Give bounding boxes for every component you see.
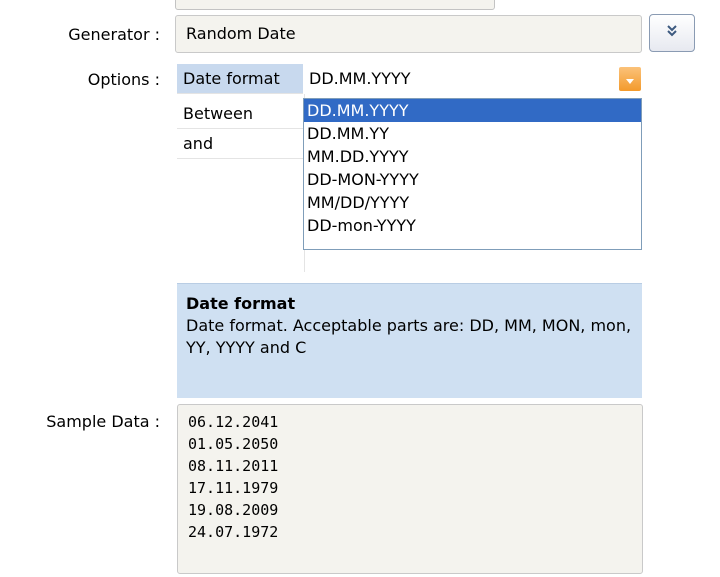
generator-field[interactable]: Random Date xyxy=(175,15,642,53)
option-row-between[interactable]: Between xyxy=(177,99,303,129)
description-title: Date format xyxy=(186,294,296,313)
description-body: Date format. Acceptable parts are: DD, M… xyxy=(186,316,632,357)
sample-data-label: Sample Data : xyxy=(46,412,160,431)
date-format-dropdown-list[interactable]: DD.MM.YYYY DD.MM.YY MM.DD.YYYY DD-MON-YY… xyxy=(303,98,642,250)
sample-line: 08.11.2011 xyxy=(188,457,279,475)
dropdown-arrow-button[interactable] xyxy=(619,67,641,91)
expand-button[interactable] xyxy=(649,14,695,52)
dropdown-option[interactable]: MM.DD.YYYY xyxy=(304,145,641,168)
option-row-date-format[interactable]: Date format xyxy=(177,64,303,94)
option-names: Date format Between and xyxy=(177,64,303,272)
sample-line: 24.07.1972 xyxy=(188,523,279,541)
options-label: Options : xyxy=(87,70,160,89)
dropdown-option[interactable]: MM/DD/YYYY xyxy=(304,191,641,214)
sample-line: 01.05.2050 xyxy=(188,435,279,453)
sample-line: 17.11.1979 xyxy=(188,479,279,497)
date-format-select[interactable]: DD.MM.YYYY xyxy=(305,64,643,94)
dropdown-option[interactable]: DD.MM.YY xyxy=(304,122,641,145)
generator-label: Generator : xyxy=(68,25,160,44)
double-chevron-down-icon xyxy=(664,23,680,43)
sample-line: 06.12.2041 xyxy=(188,413,279,431)
dropdown-option[interactable]: DD-MON-YYYY xyxy=(304,168,641,191)
dropdown-option[interactable]: DD-mon-YYYY xyxy=(304,214,641,237)
sample-line: 19.08.2009 xyxy=(188,501,279,519)
previous-field-edge xyxy=(175,0,495,10)
sample-data-box[interactable]: 06.12.2041 01.05.2050 08.11.2011 17.11.1… xyxy=(177,404,643,574)
chevron-down-icon xyxy=(625,70,635,89)
option-row-and[interactable]: and xyxy=(177,129,303,159)
option-description-panel: Date format Date format. Acceptable part… xyxy=(177,283,642,398)
dropdown-option[interactable]: DD.MM.YYYY xyxy=(304,99,641,122)
